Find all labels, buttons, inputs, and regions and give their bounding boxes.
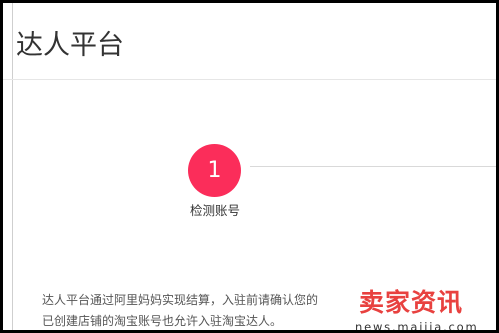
step-1-number: 1 bbox=[188, 144, 241, 197]
page-header: 达人平台 bbox=[3, 3, 496, 80]
watermark: 卖家资讯 news.maijia.com bbox=[348, 287, 496, 333]
watermark-logo: 卖家资讯 bbox=[359, 288, 464, 317]
page-title: 达人平台 bbox=[16, 30, 124, 61]
browser-frame: 达人平台 1 检测账号 达人平台通过阿里妈妈实现结算，入驻前请确认您的 已创建店… bbox=[0, 0, 499, 333]
step-1: 1 检测账号 bbox=[171, 144, 259, 224]
watermark-url: news.maijia.com bbox=[355, 320, 479, 333]
step-connector-line bbox=[250, 166, 496, 167]
step-1-label: 检测账号 bbox=[189, 203, 240, 218]
